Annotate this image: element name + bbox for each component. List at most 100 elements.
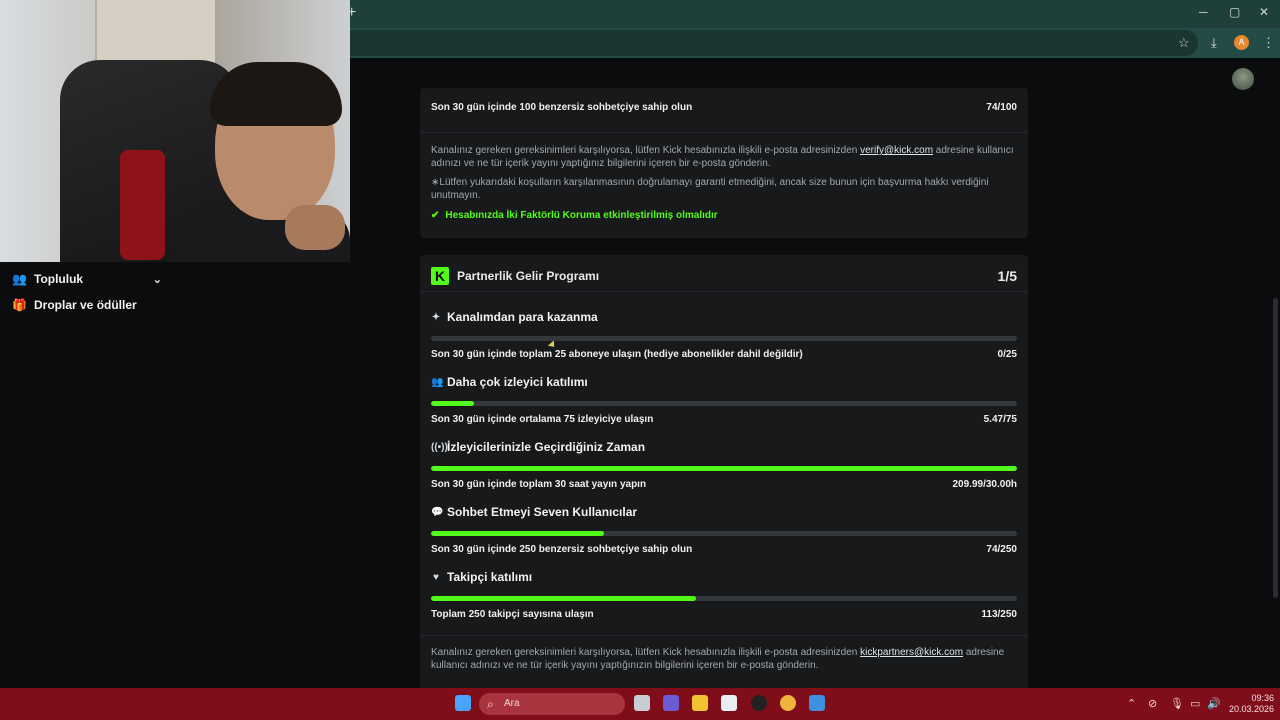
volume-icon[interactable]: 🔊 (1207, 697, 1221, 710)
clock-time: 09:36 (1251, 693, 1275, 703)
clock-date: 20.03.2026 (1229, 704, 1275, 714)
search-placeholder: Ara (504, 698, 520, 709)
requirement-row: Son 30 gün içinde toplam 25 aboneye ulaş… (431, 349, 1017, 360)
file-explorer-icon[interactable] (692, 695, 708, 711)
requirement-title-row: ♥ Takipçi katılımı (431, 570, 1017, 584)
requirement-value: 0/25 (997, 349, 1017, 360)
viewers-icon: 👥 (431, 376, 444, 388)
gift-icon: 🎁 (12, 298, 27, 312)
chat-icon: 💬 (431, 506, 444, 518)
progress-bar (431, 401, 1017, 406)
webcam-chair-accent (120, 150, 165, 260)
requirement-section: ((•)) İzleyicilerinizle Geçirdiğiniz Zama… (431, 440, 1017, 490)
requirement-row: Toplam 250 takipçi sayısına ulaşın 113/25… (431, 609, 1017, 620)
partner-score: 1/5 (997, 268, 1017, 284)
page-scrollbar[interactable] (1273, 298, 1278, 598)
progress-bar (431, 466, 1017, 471)
maximize-button[interactable]: ▢ (1229, 5, 1240, 19)
requirement-text: Toplam 250 takipçi sayısına ulaşın (431, 609, 594, 620)
windows-taskbar: ⌕ Ara ⌃ ⊘ 🎙 ▭ 🔊 09:36 20.03.2026 (0, 688, 1280, 720)
partner-header: K Partnerlik Gelir Programı 1/5 (420, 255, 1028, 289)
requirement-title: İzleyicilerinizle Geçirdiğiniz Zaman (447, 440, 646, 454)
heart-icon: ♥ (433, 571, 439, 583)
requirement-section: 👥 Daha çok izleyici katılımı Son 30 gün iç… (431, 375, 1017, 425)
search-icon: ⌕ (487, 697, 494, 711)
chrome-icon[interactable] (780, 695, 796, 711)
requirement-title-row: 👥 Daha çok izleyici katılımı (431, 375, 1017, 389)
requirement-title: Kanalımdan para kazanma (447, 310, 598, 324)
progress-fill (431, 531, 605, 536)
taskbar-search[interactable]: ⌕ Ara (479, 693, 625, 715)
chevron-down-icon[interactable]: ⌄ (153, 273, 162, 286)
disclaimer-text: ∗Lütfen yukarıdaki koşulların karşılanma… (431, 177, 989, 201)
requirement-text: Son 30 gün içinde toplam 25 aboneye ulaş… (431, 349, 803, 360)
copilot-icon[interactable] (663, 695, 679, 711)
requirement-text: Son 30 gün içinde 100 benzersiz sohbetçi… (431, 102, 693, 113)
requirement-title-row: ✦ Kanalımdan para kazanma (431, 310, 1017, 324)
requirement-section: ♥ Takipçi katılımı Toplam 250 takipçi sayı… (431, 570, 1017, 620)
verification-card: Son 30 gün içinde 100 benzersiz sohbetçi… (420, 88, 1028, 238)
progress-bar (431, 596, 1017, 601)
requirement-text: Son 30 gün içinde ortalama 75 izleyiciye… (431, 414, 654, 425)
requirement-row: Son 30 gün içinde toplam 30 saat yayın y… (431, 479, 1017, 490)
kickpartners-email-link[interactable]: kickpartners@kick.com (860, 647, 963, 658)
start-button-icon[interactable] (455, 695, 471, 711)
taskbar-clock[interactable]: 09:36 20.03.2026 (1229, 693, 1274, 715)
webcam-person-hand (285, 205, 345, 250)
app-icon[interactable] (751, 695, 767, 711)
webcam-person-hair (210, 62, 342, 126)
sparkle-icon: ✦ (431, 311, 441, 323)
microphone-icon[interactable]: 🎙 (1170, 697, 1184, 710)
sidebar-item-community[interactable]: 👥 Topluluk ⌄ (12, 266, 162, 292)
verify-email-link[interactable]: verify@kick.com (860, 145, 933, 156)
app-window-icon[interactable] (809, 695, 825, 711)
bookmark-star-icon[interactable]: ☆ (1178, 35, 1190, 51)
profile-avatar[interactable]: A (1234, 35, 1249, 50)
two-factor-requirement: ✔ Hesabınızda İki Faktörlü Koruma etkinl… (431, 210, 718, 221)
requirement-row: Son 30 gün içinde ortalama 75 izleyiciye… (431, 414, 1017, 425)
requirement-value: 74/100 (986, 102, 1017, 113)
webcam-overlay (0, 0, 350, 262)
requirement-title: Sohbet Etmeyi Seven Kullanıcılar (447, 505, 638, 519)
tray-overflow-icon[interactable]: ⌃ (1127, 697, 1136, 710)
partner-notice: Kanalınız gereken gereksinimleri karşılı… (431, 647, 1005, 671)
requirement-row: Son 30 gün içinde 100 benzersiz sohbetçi… (420, 88, 1028, 113)
requirement-value: 209.99/30.00h (952, 479, 1018, 490)
store-icon[interactable] (721, 695, 737, 711)
partner-title: Partnerlik Gelir Programı (457, 269, 600, 283)
broadcast-icon: ((•)) (431, 441, 448, 453)
progress-fill (431, 466, 1017, 471)
sidebar-item-label: Droplar ve ödüller (34, 298, 137, 312)
requirement-text: Son 30 gün içinde 250 benzersiz sohbetçi… (431, 544, 693, 555)
requirement-title: Daha çok izleyici katılımı (447, 375, 588, 389)
checkmark-icon: ✔ (431, 210, 440, 221)
minimize-button[interactable]: ─ (1199, 5, 1208, 19)
progress-fill (431, 596, 696, 601)
left-sidebar: 👥 Topluluk ⌄ 🎁 Droplar ve ödüller (12, 266, 162, 318)
requirement-text: Son 30 gün içinde toplam 30 saat yayın y… (431, 479, 647, 490)
progress-bar (431, 531, 1017, 536)
requirement-title-row: ((•)) İzleyicilerinizle Geçirdiğiniz Zama… (431, 440, 1017, 454)
kick-logo-icon: K (431, 267, 449, 285)
requirement-title: Takipçi katılımı (447, 570, 533, 584)
partner-program-card: K Partnerlik Gelir Programı 1/5 ✦ Kanalım… (420, 255, 1028, 688)
user-avatar[interactable] (1232, 68, 1254, 90)
progress-fill (431, 401, 474, 406)
close-button[interactable]: ✕ (1259, 5, 1269, 19)
sidebar-item-label: Topluluk (34, 272, 84, 286)
requirement-title-row: 💬 Sohbet Etmeyi Seven Kullanıcılar (431, 505, 1017, 519)
sidebar-item-drops[interactable]: 🎁 Droplar ve ödüller (12, 292, 162, 318)
progress-bar (431, 336, 1017, 341)
requirement-value: 113/250 (981, 609, 1017, 620)
requirement-section: ✦ Kanalımdan para kazanma Son 30 gün içind… (431, 310, 1017, 360)
community-icon: 👥 (12, 272, 27, 286)
requirement-value: 74/250 (986, 544, 1017, 555)
wifi-icon[interactable]: ▭ (1190, 697, 1200, 710)
network-icon[interactable]: ⊘ (1148, 697, 1157, 710)
requirement-row: Son 30 gün içinde 250 benzersiz sohbetçi… (431, 544, 1017, 555)
requirement-section: 💬 Sohbet Etmeyi Seven Kullanıcılar Son 30 … (431, 505, 1017, 555)
browser-menu-icon[interactable]: ⋮ (1262, 35, 1275, 51)
download-icon[interactable]: ⤓ (1211, 35, 1217, 51)
requirement-value: 5.47/75 (983, 414, 1017, 425)
task-view-icon[interactable] (634, 695, 650, 711)
